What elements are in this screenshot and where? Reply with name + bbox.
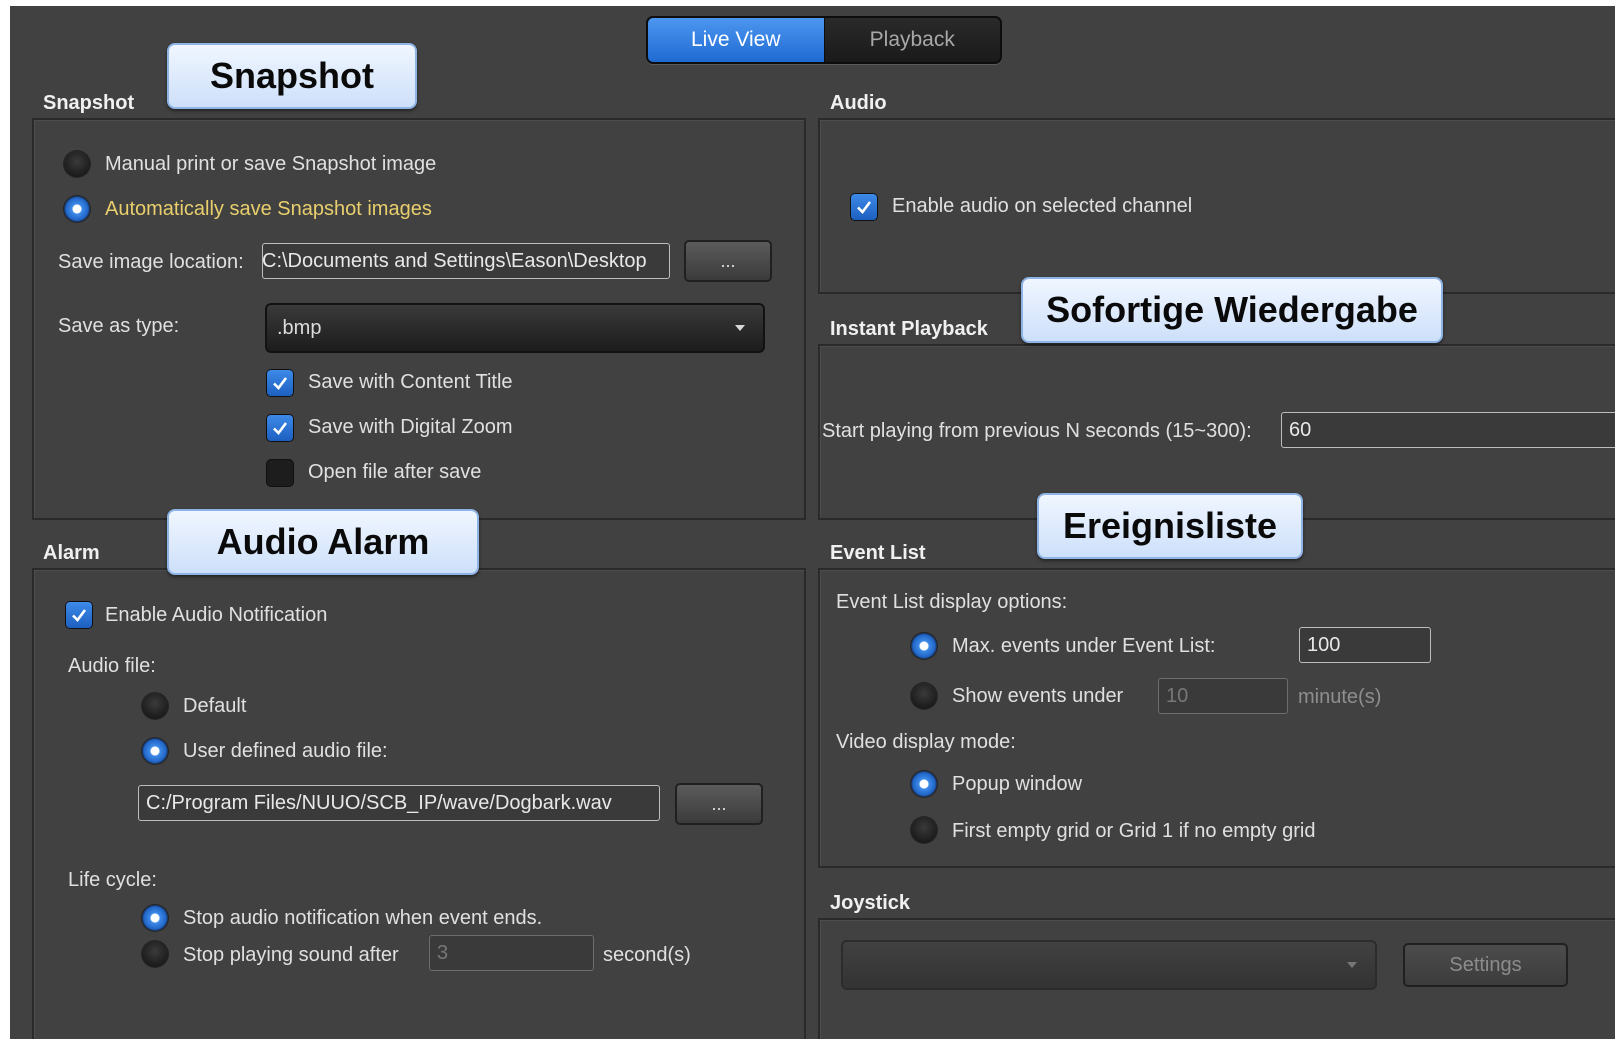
minutes-unit-label: minute(s) <box>1298 686 1382 708</box>
default-audio-radio[interactable] <box>142 693 168 719</box>
save-type-label: Save as type: <box>58 315 180 337</box>
open-after-save-checkbox[interactable] <box>267 460 293 486</box>
max-events-label: Max. events under Event List: <box>952 635 1216 657</box>
first-empty-grid-radio[interactable] <box>911 817 937 843</box>
show-events-under-label: Show events under <box>952 685 1124 707</box>
audio-alarm-callout: Audio Alarm <box>167 509 479 575</box>
stop-on-end-label: Stop audio notification when event ends. <box>183 907 543 929</box>
live-view-tab[interactable]: Live View <box>648 18 825 62</box>
manual-snapshot-label: Manual print or save Snapshot image <box>105 153 437 175</box>
audio-file-path-field[interactable]: C:/Program Files/NUUO/SCB_IP/wave/Dogbar… <box>138 785 660 821</box>
checkmark-icon <box>72 609 87 622</box>
first-empty-grid-label: First empty grid or Grid 1 if no empty g… <box>952 820 1316 842</box>
digital-zoom-checkbox[interactable] <box>267 415 293 441</box>
event-list-callout: Ereignisliste <box>1037 493 1303 559</box>
joystick-settings-button[interactable]: Settings <box>1403 943 1568 987</box>
event-display-options-label: Event List display options: <box>836 591 1068 613</box>
life-cycle-label: Life cycle: <box>68 869 157 891</box>
enable-audio-label: Enable audio on selected channel <box>892 195 1193 217</box>
popup-window-radio[interactable] <box>911 771 937 797</box>
enable-audio-notification-label: Enable Audio Notification <box>105 604 328 626</box>
show-events-under-radio[interactable] <box>911 683 937 709</box>
stop-after-seconds-field[interactable]: 3 <box>429 935 594 971</box>
stop-after-radio[interactable] <box>142 941 168 967</box>
save-type-select[interactable]: .bmp <box>265 303 765 353</box>
chevron-down-icon <box>1347 962 1357 968</box>
audio-section-title: Audio <box>830 92 887 114</box>
content-title-label: Save with Content Title <box>308 371 513 393</box>
playback-tab[interactable]: Playback <box>824 18 1000 62</box>
joystick-select[interactable] <box>841 940 1377 990</box>
chevron-down-icon <box>735 325 745 331</box>
instant-playback-callout: Sofortige Wiedergabe <box>1021 277 1443 343</box>
content-title-checkbox[interactable] <box>267 370 293 396</box>
max-events-radio[interactable] <box>911 633 937 659</box>
browse-location-button[interactable]: ... <box>684 240 772 282</box>
stop-on-end-radio[interactable] <box>142 905 168 931</box>
save-location-value: C:\Documents and Settings\Eason\Desktop <box>262 249 647 272</box>
save-location-field[interactable]: C:\Documents and Settings\Eason\Desktop <box>262 243 670 279</box>
save-type-value: .bmp <box>277 316 322 339</box>
stop-after-label: Stop playing sound after <box>183 944 399 966</box>
checkmark-icon <box>857 201 872 214</box>
audio-file-label: Audio file: <box>68 655 156 677</box>
instant-playback-section-title: Instant Playback <box>830 318 988 340</box>
view-toggle: Live View Playback <box>646 16 1002 64</box>
show-events-minutes-field[interactable]: 10 <box>1158 678 1288 714</box>
max-events-field[interactable]: 100 <box>1299 627 1431 663</box>
snapshot-callout: Snapshot <box>167 43 417 109</box>
alarm-section-title: Alarm <box>43 542 100 564</box>
snapshot-section-title: Snapshot <box>43 92 135 114</box>
start-seconds-field[interactable]: 60 <box>1281 412 1615 448</box>
auto-snapshot-label: Automatically save Snapshot images <box>105 198 432 220</box>
seconds-unit-label: second(s) <box>603 944 691 966</box>
checkmark-icon <box>273 377 288 390</box>
user-defined-audio-label: User defined audio file: <box>183 740 388 762</box>
enable-audio-checkbox[interactable] <box>851 194 877 220</box>
save-location-label: Save image location: <box>58 251 244 273</box>
event-list-section-title: Event List <box>830 542 926 564</box>
auto-snapshot-radio[interactable] <box>64 196 90 222</box>
enable-audio-notification-checkbox[interactable] <box>66 602 92 628</box>
digital-zoom-label: Save with Digital Zoom <box>308 416 513 438</box>
user-defined-audio-radio[interactable] <box>142 738 168 764</box>
manual-snapshot-radio[interactable] <box>64 151 90 177</box>
start-seconds-label: Start playing from previous N seconds (1… <box>822 420 1252 442</box>
browse-audio-button[interactable]: ... <box>675 783 763 825</box>
joystick-section-title: Joystick <box>830 892 911 914</box>
popup-window-label: Popup window <box>952 773 1083 795</box>
video-display-mode-label: Video display mode: <box>836 731 1016 753</box>
settings-window: Live View Playback Snapshot Manual print… <box>10 6 1615 1039</box>
open-after-save-label: Open file after save <box>308 461 482 483</box>
default-audio-label: Default <box>183 695 247 717</box>
checkmark-icon <box>273 422 288 435</box>
